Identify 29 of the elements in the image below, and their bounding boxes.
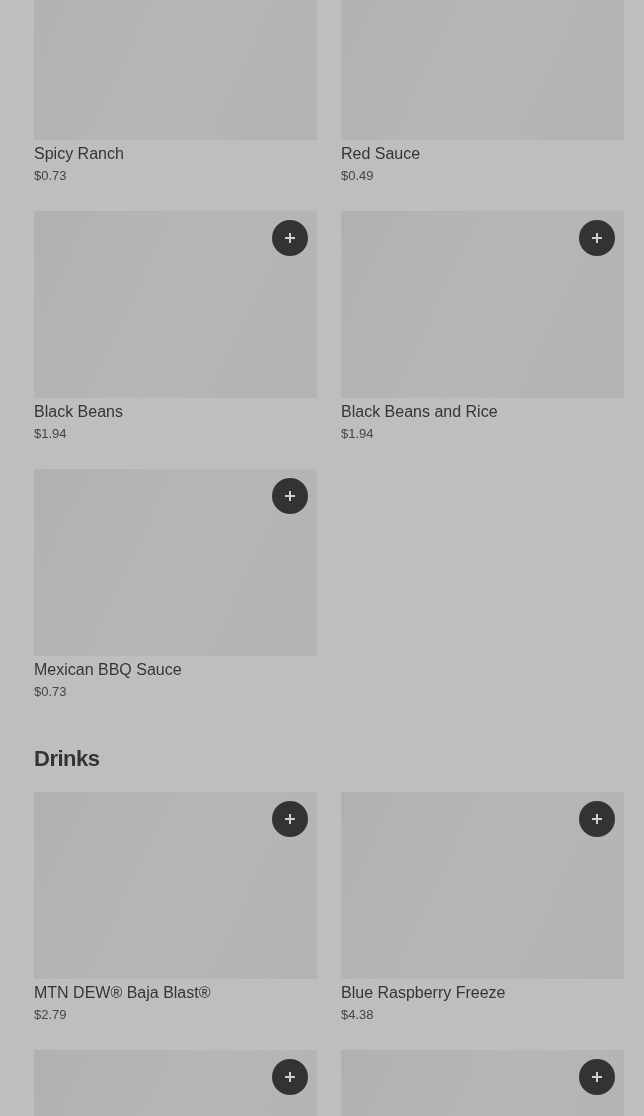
plus-icon: [591, 232, 603, 244]
add-button[interactable]: [579, 801, 615, 837]
item-name: Spicy Ranch: [34, 145, 124, 163]
section-heading: Drinks: [34, 746, 101, 772]
item-name: Blue Raspberry Freeze: [341, 984, 506, 1002]
add-button[interactable]: [579, 1059, 615, 1095]
item-price: $0.49: [341, 168, 374, 184]
item-price: $0.73: [34, 168, 67, 184]
item-price: $0.73: [34, 684, 67, 700]
add-button[interactable]: [272, 220, 308, 256]
add-button[interactable]: [272, 478, 308, 514]
add-button[interactable]: [272, 1059, 308, 1095]
item-price: $1.94: [341, 426, 374, 442]
add-button[interactable]: [272, 801, 308, 837]
item-price: $1.94: [34, 426, 67, 442]
item-price: $4.38: [341, 1007, 374, 1023]
plus-icon: [284, 813, 296, 825]
item-name: Red Sauce: [341, 145, 421, 163]
plus-icon: [284, 232, 296, 244]
plus-icon: [284, 1071, 296, 1083]
plus-icon: [284, 490, 296, 502]
add-button[interactable]: [579, 220, 615, 256]
item-name: MTN DEW® Baja Blast®: [34, 984, 211, 1002]
item-name: Black Beans: [34, 403, 123, 421]
item-name: Black Beans and Rice: [341, 403, 498, 421]
plus-icon: [591, 813, 603, 825]
plus-icon: [591, 1071, 603, 1083]
item-name: Mexican BBQ Sauce: [34, 661, 182, 679]
item-price: $2.79: [34, 1007, 67, 1023]
